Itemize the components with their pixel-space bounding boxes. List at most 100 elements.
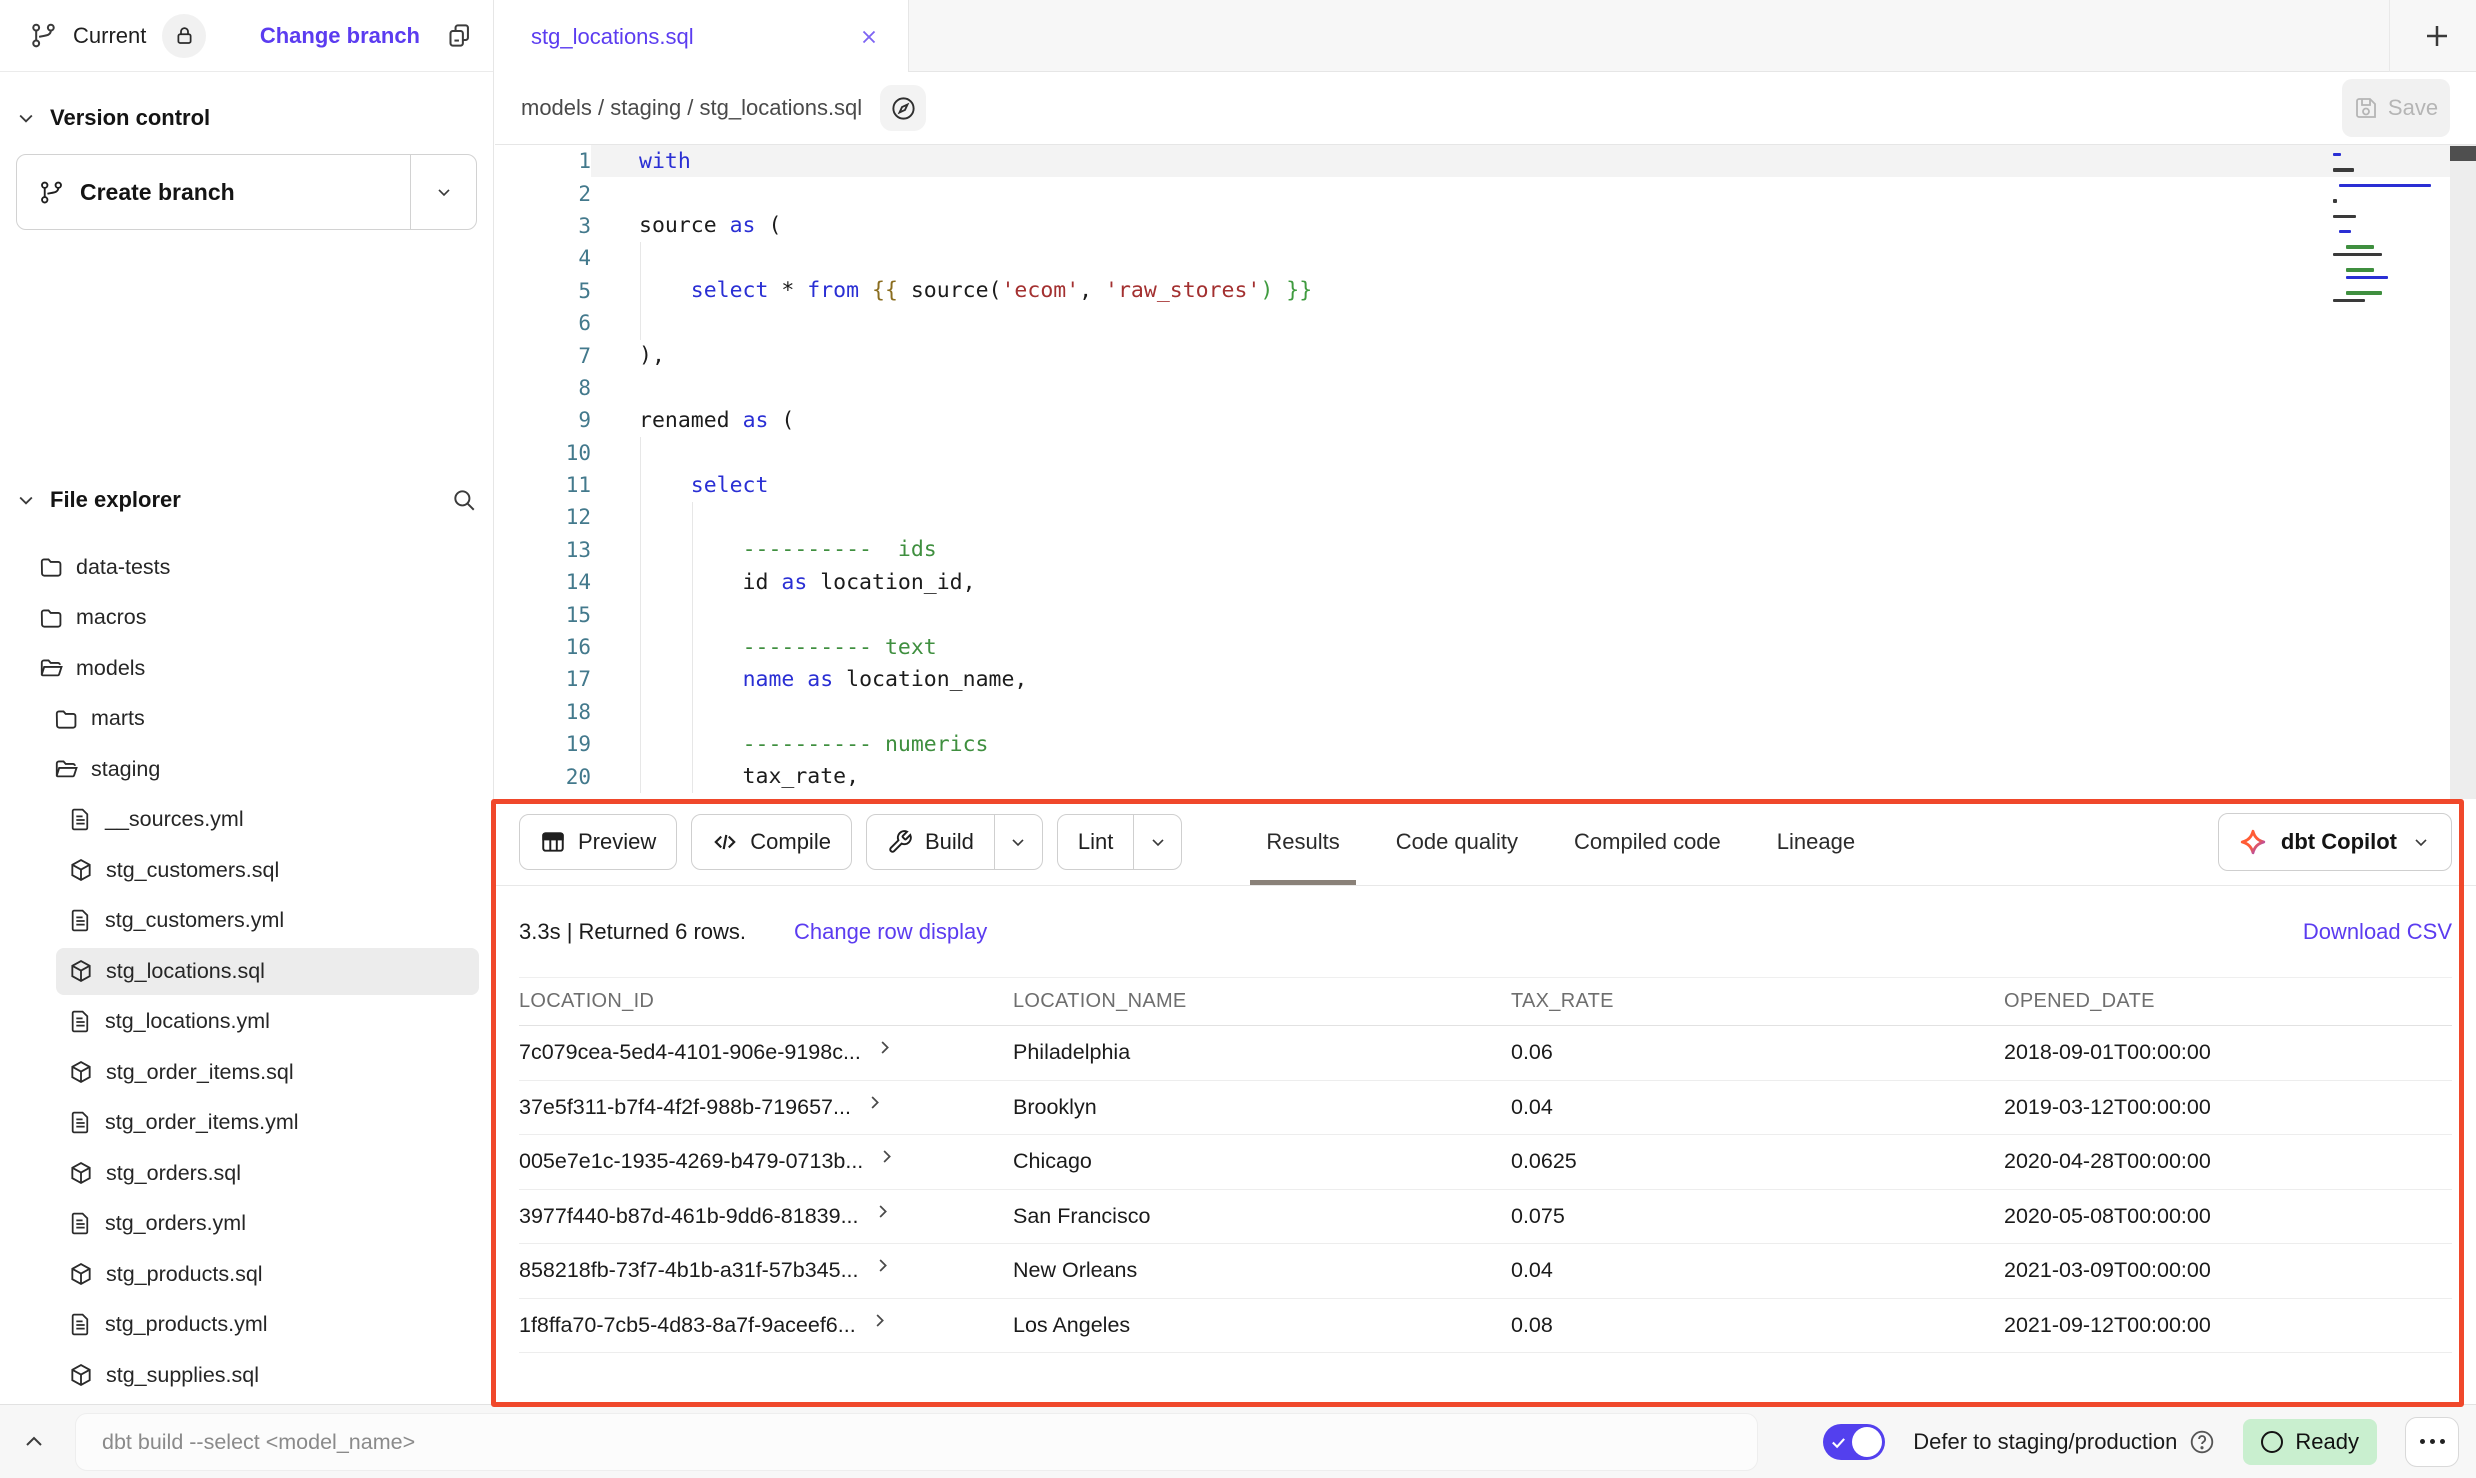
file-item-macros[interactable]: macros [0,593,493,644]
chevron-down-icon [434,182,454,202]
expand-row-icon[interactable] [873,1258,892,1275]
new-tab-button[interactable] [2397,0,2476,72]
preview-button[interactable]: Preview [519,814,677,870]
status-badge[interactable]: Ready [2243,1419,2377,1465]
editor-scrollbar[interactable] [2450,145,2476,799]
line-number: 12 [495,505,591,529]
file-item-stg-order-items-yml[interactable]: stg_order_items.yml [0,1098,493,1149]
minimap[interactable] [2333,153,2443,307]
tab-compiled-code[interactable]: Compiled code [1574,799,1721,885]
scrollbar-thumb[interactable] [2450,146,2476,161]
file-item-label: macros [76,605,146,630]
close-icon[interactable] [858,26,880,48]
dbt-copilot-button[interactable]: dbt Copilot [2218,813,2452,871]
folder-icon [38,605,64,631]
lineage-button[interactable] [880,85,926,131]
expand-row-icon[interactable] [873,1204,892,1221]
line-number: 8 [495,376,591,400]
save-button[interactable]: Save [2342,79,2450,137]
file-item-stg-customers-yml[interactable]: stg_customers.yml [0,896,493,947]
save-icon [2354,96,2378,120]
change-branch-link[interactable]: Change branch [260,23,420,49]
code-line: 11 select [495,469,2476,501]
tab-lineage[interactable]: Lineage [1777,799,1855,885]
code-editor[interactable]: 1with23source as (45 select * from {{ so… [495,145,2476,799]
create-branch-dropdown[interactable] [410,155,476,229]
expand-row-icon[interactable] [870,1313,889,1330]
table-row: 858218fb-73f7-4b1b-a31f-57b345...New Orl… [519,1244,2452,1299]
tab-results[interactable]: Results [1266,799,1339,885]
chevron-down-icon [1008,832,1028,852]
collapse-panel-button[interactable] [22,1405,46,1478]
change-row-display-link[interactable]: Change row display [794,919,987,945]
cell-location-id: 3977f440-b87d-461b-9dd6-81839... [519,1204,1013,1229]
defer-toggle[interactable] [1823,1424,1885,1460]
file-item-staging[interactable]: staging [0,744,493,795]
build-button[interactable]: Build [866,814,1043,870]
tab-stg-locations-sql[interactable]: stg_locations.sql [495,0,909,73]
version-control-title: Version control [50,105,210,131]
cell-tax-rate: 0.06 [1511,1040,2004,1065]
file-item-stg-supplies-sql[interactable]: stg_supplies.sql [0,1350,493,1401]
line-number: 18 [495,700,591,724]
results-table: LOCATION_IDLOCATION_NAMETAX_RATEOPENED_D… [519,977,2452,1353]
line-number: 14 [495,570,591,594]
expand-row-icon[interactable] [877,1149,896,1166]
lint-dropdown[interactable] [1133,815,1181,869]
lint-button[interactable]: Lint [1057,814,1182,870]
indent-guide [640,242,641,340]
file-item-stg-orders-sql[interactable]: stg_orders.sql [0,1148,493,1199]
command-text: dbt build --select <model_name> [102,1430,415,1455]
doc-icon [68,1110,93,1135]
table-header: LOCATION_IDLOCATION_NAMETAX_RATEOPENED_D… [519,977,2452,1026]
help-icon[interactable] [2189,1429,2215,1455]
file-item-stg-locations-sql[interactable]: stg_locations.sql [0,946,493,997]
expand-row-icon[interactable] [865,1095,884,1112]
file-item-label: stg_locations.yml [105,1009,270,1034]
file-item-data-tests[interactable]: data-tests [0,542,493,593]
cell-location-id: 7c079cea-5ed4-4101-906e-9198c... [519,1040,1013,1065]
command-input[interactable]: dbt build --select <model_name> [75,1413,1758,1471]
download-csv-link[interactable]: Download CSV [2303,919,2452,945]
file-item-stg-products-yml[interactable]: stg_products.yml [0,1300,493,1351]
plus-icon [2422,21,2452,51]
tab-strip: stg_locations.sql [495,0,2476,72]
more-options-button[interactable] [2405,1417,2459,1467]
cell-location-name: Chicago [1013,1149,1511,1174]
tab-code-quality[interactable]: Code quality [1396,799,1518,885]
model-icon [68,958,94,984]
expand-row-icon[interactable] [875,1040,894,1057]
save-label: Save [2388,95,2438,121]
chevron-down-icon[interactable] [16,490,36,510]
line-number: 2 [495,182,591,206]
file-item-stg-locations-yml[interactable]: stg_locations.yml [0,997,493,1048]
model-icon [68,857,94,883]
file-item-label: stg_products.yml [105,1312,268,1337]
file-item-stg-products-sql[interactable]: stg_products.sql [0,1249,493,1300]
file-item-models[interactable]: models [0,643,493,694]
breadcrumb: models / staging / stg_locations.sql [521,95,862,121]
search-icon[interactable] [451,487,477,513]
code-line: 17 name as location_name, [495,663,2476,695]
branch-bar: Current Change branch [0,0,493,72]
cell-location-name: San Francisco [1013,1204,1511,1229]
file-item--sources-yml[interactable]: __sources.yml [0,795,493,846]
dbt-ide-app: Current Change branch Version control Cr… [0,0,2476,1478]
code-icon [712,829,738,855]
doc-icon [68,1312,93,1337]
file-item-stg-order-items-sql[interactable]: stg_order_items.sql [0,1047,493,1098]
line-number: 13 [495,538,591,562]
chevron-down-icon[interactable] [16,108,36,128]
build-dropdown[interactable] [994,815,1042,869]
create-branch-button[interactable]: Create branch [16,154,477,230]
compile-button[interactable]: Compile [691,814,852,870]
line-number: 1 [495,149,591,173]
toggle-knob [1852,1427,1882,1457]
file-item-label: data-tests [76,555,170,580]
copy-icon[interactable] [446,22,473,49]
file-explorer-section: File explorer data-testsmacrosmodelsmart… [0,470,493,1401]
file-item-stg-orders-yml[interactable]: stg_orders.yml [0,1199,493,1250]
chevron-up-icon [22,1430,46,1454]
file-item-marts[interactable]: marts [0,694,493,745]
file-item-stg-customers-sql[interactable]: stg_customers.sql [0,845,493,896]
